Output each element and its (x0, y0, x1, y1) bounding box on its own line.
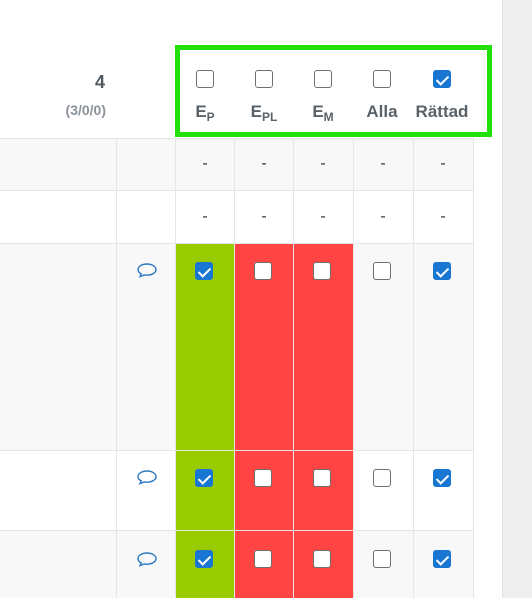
em-checkbox[interactable] (313, 262, 331, 280)
empty-value: - (380, 208, 386, 225)
alla-checkbox[interactable] (373, 550, 391, 568)
empty-value: - (202, 155, 208, 172)
ep-checkbox[interactable] (195, 550, 213, 568)
column-divider (353, 138, 354, 598)
empty-value: - (380, 155, 386, 172)
comment-icon[interactable] (136, 551, 158, 567)
status-cell-ep (176, 451, 235, 530)
em-checkbox[interactable] (313, 469, 331, 487)
empty-value: - (261, 155, 267, 172)
epl-checkbox[interactable] (254, 469, 272, 487)
comment-icon[interactable] (136, 262, 158, 278)
epl-checkbox[interactable] (254, 550, 272, 568)
empty-value: - (440, 155, 446, 172)
empty-value: - (440, 208, 446, 225)
column-divider (293, 138, 294, 598)
rattad-checkbox[interactable] (433, 550, 451, 568)
status-cell-epl (235, 451, 294, 530)
alla-checkbox[interactable] (373, 469, 391, 487)
empty-value: - (261, 208, 267, 225)
rattad-checkbox[interactable] (433, 469, 451, 487)
empty-value: - (320, 208, 326, 225)
column-divider (234, 138, 235, 598)
ep-checkbox[interactable] (195, 262, 213, 280)
grading-table: 4 (3/0/0) EP EPL EM Alla Rättad - - - - … (0, 0, 532, 598)
empty-value: - (202, 208, 208, 225)
header-highlight-box (175, 45, 492, 137)
column-divider (473, 138, 474, 598)
empty-value: - (320, 155, 326, 172)
vertical-scrollbar[interactable] (502, 0, 532, 598)
column-divider (413, 138, 414, 598)
rattad-checkbox[interactable] (433, 262, 451, 280)
epl-checkbox[interactable] (254, 262, 272, 280)
comment-icon[interactable] (136, 469, 158, 485)
grade-count: 4 (94, 72, 105, 92)
alla-checkbox[interactable] (373, 262, 391, 280)
grade-detail: (3/0/0) (65, 102, 106, 118)
column-divider (175, 138, 176, 598)
status-cell-em (294, 451, 353, 530)
ep-checkbox[interactable] (195, 469, 213, 487)
em-checkbox[interactable] (313, 550, 331, 568)
column-divider (116, 138, 117, 598)
